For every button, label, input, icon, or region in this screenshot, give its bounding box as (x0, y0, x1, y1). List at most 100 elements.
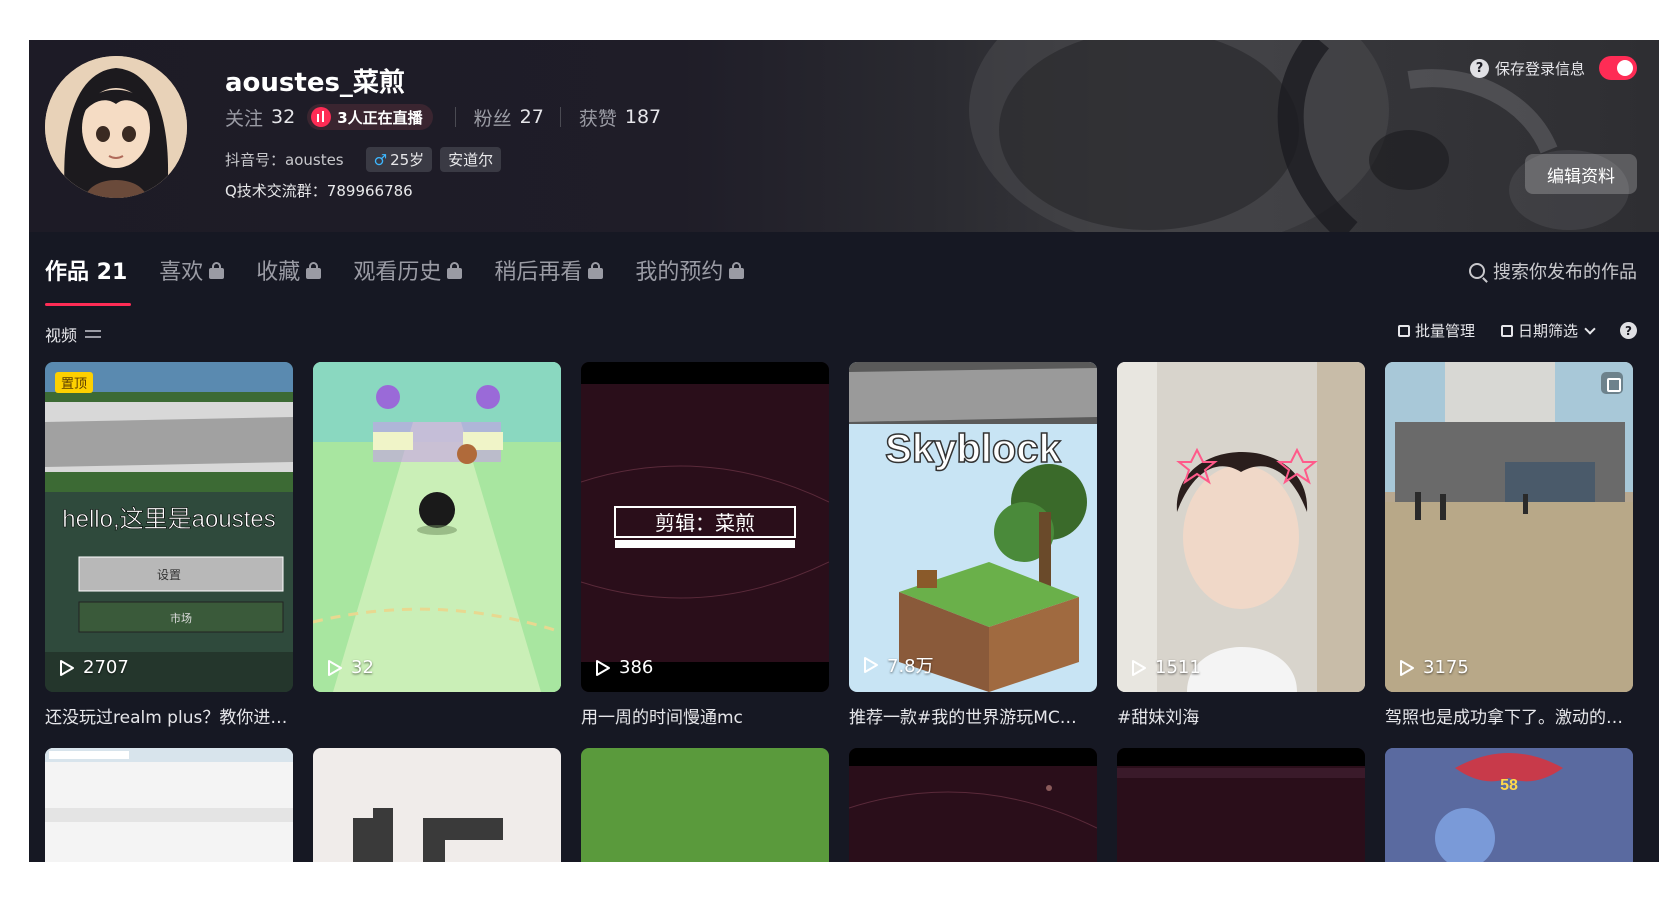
date-filter-dropdown[interactable]: 日期筛选 (1500, 320, 1596, 341)
video-thumbnail: 58 (1385, 748, 1633, 862)
following-count[interactable]: 32 (271, 106, 295, 128)
location-tag: 安道尔 (440, 147, 502, 172)
tab-works[interactable]: 作品 21 (45, 250, 132, 306)
likes-count: 187 (624, 106, 662, 128)
edit-profile-button[interactable]: 编辑资料 (1525, 154, 1637, 194)
video-thumbnail: 剪辑：菜煎 (581, 362, 829, 692)
thumb-settings-text: 设置 (157, 568, 181, 582)
video-filter[interactable]: 视频 (45, 322, 102, 346)
play-icon (328, 659, 342, 676)
tab-label: 观看历史 (353, 260, 442, 285)
tab-label: 作品 21 (45, 260, 128, 285)
video-card[interactable] (1117, 748, 1365, 862)
live-badge[interactable]: 3人正在直播 (307, 104, 433, 130)
save-login-setting: ? 保存登录信息 (1469, 56, 1637, 80)
search-placeholder: 搜索你发布的作品 (1493, 262, 1637, 283)
tab-history[interactable]: 观看历史 (353, 250, 463, 290)
badge-number: 58 (1500, 777, 1518, 794)
video-thumbnail (849, 748, 1097, 829)
live-icon (311, 107, 332, 127)
profile-meta: 抖音号：aoustes ♂ 25岁 安道尔 (225, 147, 502, 172)
tab-label: 收藏 (256, 260, 301, 285)
search-icon (1469, 263, 1485, 279)
video-thumbnail (1385, 362, 1633, 692)
video-card[interactable] (581, 748, 829, 862)
play-icon (864, 657, 878, 673)
likes-label: 获赞 (578, 107, 617, 130)
play-icon (1132, 659, 1146, 676)
video-card[interactable]: 设置 市场 hello,这里是aoustes 置顶 2707 (45, 362, 293, 692)
content-tabs: 作品 21 喜欢 收藏 观看历史 稍后再看 我的预约 (45, 250, 776, 306)
video-caption[interactable]: 用一周的时间慢通mc (581, 703, 829, 728)
section-label: 视频 (45, 326, 78, 345)
calendar-icon (1500, 324, 1513, 337)
help-icon[interactable]: ? (1620, 322, 1637, 339)
video-card[interactable]: 3175 (1385, 362, 1633, 692)
play-count: 32 (327, 657, 374, 678)
lock-icon (588, 261, 604, 279)
video-caption[interactable]: 推荐一款#我的世界游玩MC… (849, 703, 1097, 728)
video-card[interactable]: 32 (313, 362, 561, 692)
play-count-value: 2707 (83, 657, 129, 678)
batch-manage-label: 批量管理 (1414, 322, 1475, 340)
sliders-icon (85, 328, 102, 340)
tab-label: 喜欢 (159, 260, 204, 285)
profile-stats: 关注 32 3人正在直播 粉丝 27 获赞 187 (225, 102, 673, 132)
male-icon: ♂ (373, 151, 388, 169)
divider (454, 107, 456, 127)
play-count: 1511 (1131, 657, 1201, 678)
thumb-caption-text: Skyblock (885, 427, 1061, 471)
age-text: 25岁 (390, 151, 425, 169)
tab-reservations[interactable]: 我的预约 (635, 250, 745, 290)
followers-count[interactable]: 27 (520, 106, 544, 128)
works-search[interactable]: 搜索你发布的作品 (1469, 254, 1637, 288)
play-icon (1400, 659, 1414, 676)
date-filter-label: 日期筛选 (1517, 322, 1578, 340)
following-label[interactable]: 关注 (225, 104, 263, 131)
video-card[interactable]: 剪辑：菜煎 386 (581, 362, 829, 692)
play-icon (596, 659, 610, 676)
help-icon[interactable]: ? (1469, 58, 1489, 78)
lock-icon (209, 261, 225, 279)
batch-manage-button[interactable]: 批量管理 (1397, 320, 1475, 341)
tab-label: 我的预约 (635, 260, 724, 285)
live-badge-text: 3人正在直播 (337, 108, 423, 127)
video-thumbnail (1117, 748, 1365, 778)
tab-likes[interactable]: 喜欢 (159, 250, 225, 290)
followers-label[interactable]: 粉丝 (474, 104, 512, 131)
video-card[interactable] (313, 748, 561, 862)
video-thumbnail (353, 808, 503, 862)
video-card[interactable]: 58 (1385, 748, 1633, 862)
divider (559, 107, 561, 127)
video-thumbnail (45, 748, 293, 822)
video-card[interactable]: Skyblock 7.8万 (849, 362, 1097, 692)
video-caption[interactable]: 驾照也是成功拿下了。激动的… (1385, 703, 1633, 728)
play-count-value: 1511 (1155, 657, 1201, 678)
play-icon (60, 659, 74, 676)
play-count-value: 32 (351, 657, 374, 678)
avatar[interactable] (45, 56, 187, 198)
play-count: 7.8万 (863, 652, 934, 678)
video-thumbnail: 设置 市场 hello,这里是aoustes (45, 362, 293, 692)
pinned-badge: 置顶 (55, 372, 94, 393)
video-caption[interactable]: 还没玩过realm plus？教你进… (45, 703, 293, 728)
save-login-label: 保存登录信息 (1494, 59, 1585, 78)
tab-favorites[interactable]: 收藏 (256, 250, 322, 290)
profile-header: aoustes_菜煎 关注 32 3人正在直播 粉丝 27 获赞 187 抖音号… (29, 40, 1659, 232)
video-card[interactable] (849, 748, 1097, 862)
douyin-id: 抖音号：aoustes (225, 151, 344, 169)
lock-icon (729, 261, 745, 279)
video-card[interactable]: 1511 (1117, 362, 1365, 692)
play-count: 3175 (1399, 657, 1469, 678)
username: aoustes_菜煎 (225, 68, 405, 98)
video-thumbnail (313, 362, 561, 692)
video-caption[interactable]: #甜妹刘海 (1117, 703, 1365, 728)
tab-watch-later[interactable]: 稍后再看 (494, 250, 604, 290)
save-login-toggle[interactable] (1599, 56, 1637, 80)
lock-icon (447, 261, 463, 279)
play-count: 2707 (59, 657, 129, 678)
play-count-value: 3175 (1423, 657, 1469, 678)
lock-icon (306, 261, 322, 279)
play-count-value: 7.8万 (887, 656, 934, 677)
video-card[interactable] (45, 748, 293, 862)
